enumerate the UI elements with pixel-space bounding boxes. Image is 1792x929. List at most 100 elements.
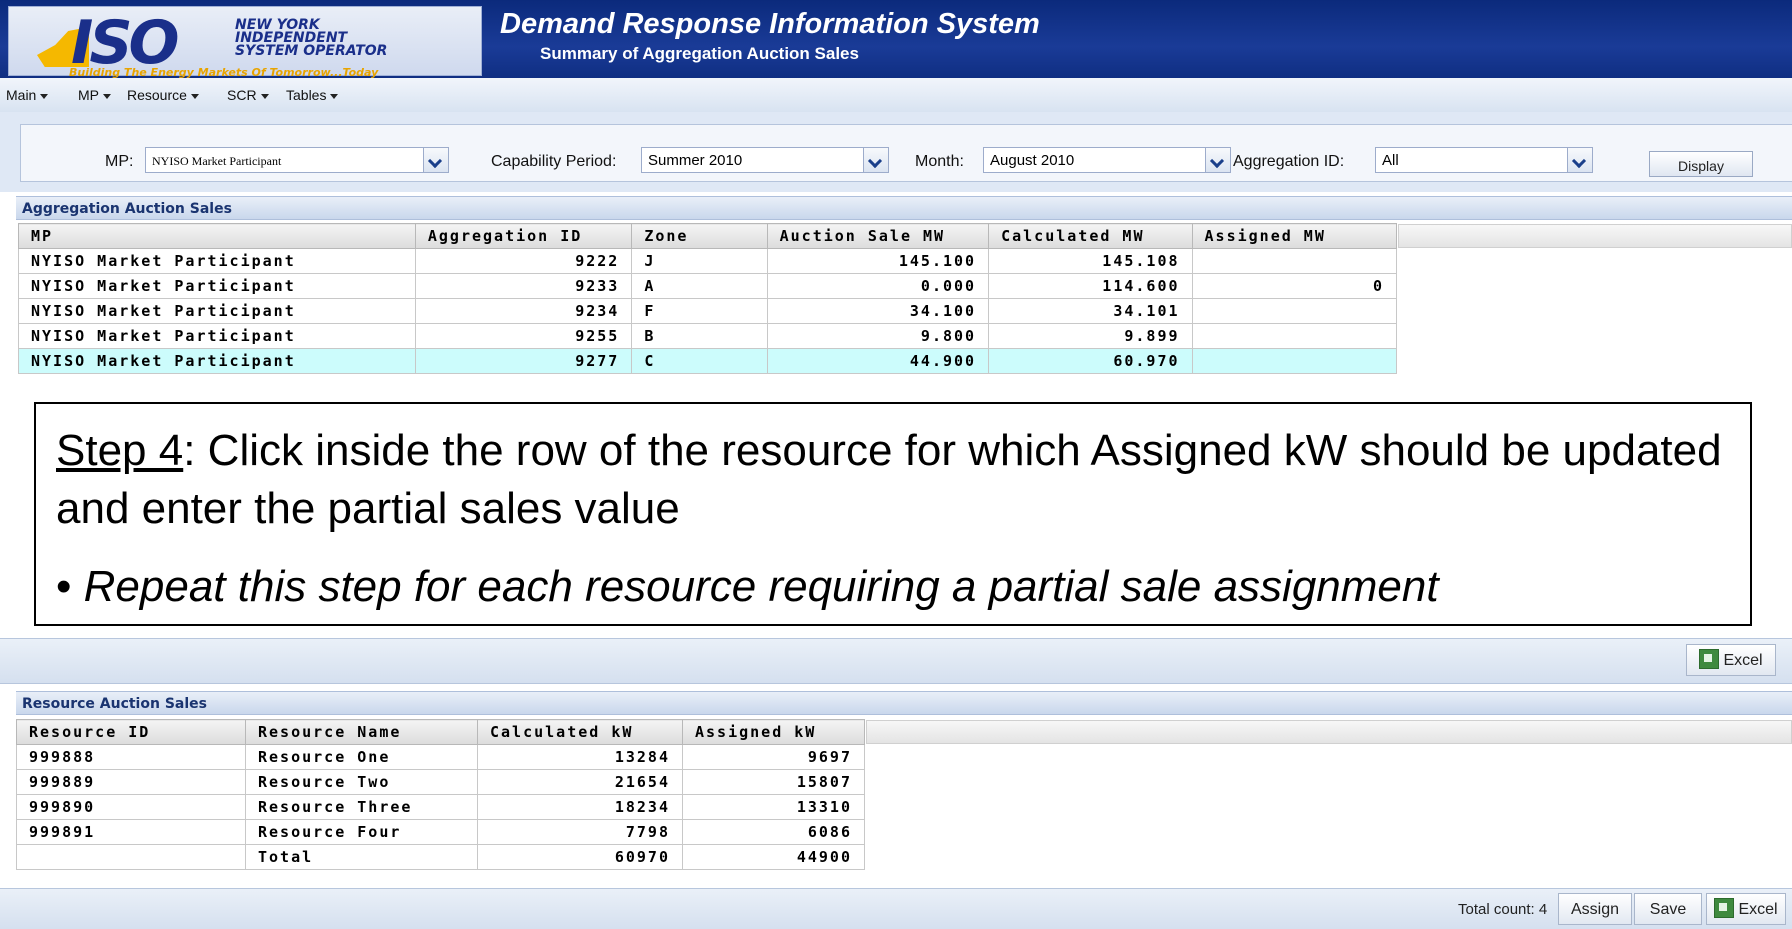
cell-assigned-kw[interactable]: 6086 xyxy=(682,819,865,845)
aggregation-table: MP Aggregation ID Zone Auction Sale MW C… xyxy=(18,223,1398,374)
cell-calculated-kw: 18234 xyxy=(477,794,683,820)
cell-zone[interactable]: F xyxy=(631,298,768,324)
cell-assigned-kw[interactable]: 9697 xyxy=(682,744,865,770)
table-row[interactable]: 999890 Resource Three 18234 13310 xyxy=(16,794,865,820)
cell-auction-sale-mw[interactable]: 145.100 xyxy=(766,248,990,274)
cell-calculated-kw: 13284 xyxy=(477,744,683,770)
instruction-callout: Step 4: Click inside the row of the reso… xyxy=(34,402,1752,626)
column-header-calculated-kw[interactable]: Calculated kW xyxy=(477,719,683,745)
table-row[interactable]: NYISO Market Participant 9233 A 0.000 114.60… xyxy=(18,273,1398,299)
month-value: August 2010 xyxy=(990,152,1075,169)
menu-main[interactable]: Main xyxy=(6,87,49,103)
cell-calculated-mw[interactable]: 60.970 xyxy=(988,348,1193,374)
cell-resource-name: Resource Three xyxy=(245,794,478,820)
aggregation-excel-button[interactable]: Excel xyxy=(1686,644,1776,676)
logo-iso-text: ISO xyxy=(71,8,180,78)
nyiso-logo: ISO NEW YORK INDEPENDENT SYSTEM OPERATOR… xyxy=(8,6,482,79)
menu-resource[interactable]: Resource xyxy=(127,87,199,103)
cell-mp[interactable]: NYISO Market Participant xyxy=(18,323,416,349)
filter-area: MP: NYISO Market Participant Capability … xyxy=(0,112,1792,192)
save-button[interactable]: Save xyxy=(1634,893,1702,925)
table-row[interactable]: NYISO Market Participant 9277 C 44.900 60.97… xyxy=(18,348,1398,374)
cell-assigned-kw[interactable]: 44900 xyxy=(682,844,865,870)
column-header-auction-sale-mw[interactable]: Auction Sale MW xyxy=(766,223,990,249)
cell-resource-id: 999890 xyxy=(16,794,246,820)
column-header-zone[interactable]: Zone xyxy=(631,223,768,249)
cell-calculated-mw[interactable]: 34.101 xyxy=(988,298,1193,324)
column-header-mp[interactable]: MP xyxy=(18,223,416,249)
caret-down-icon xyxy=(40,93,49,99)
table-row[interactable]: 999891 Resource Four 7798 6086 xyxy=(16,819,865,845)
chevron-down-icon[interactable] xyxy=(1567,148,1592,172)
cell-calculated-mw[interactable]: 9.899 xyxy=(988,323,1193,349)
menu-main-label: Main xyxy=(6,87,37,103)
cell-resource-id xyxy=(16,844,246,870)
cell-aggregation-id[interactable]: 9222 xyxy=(414,248,633,274)
menu-scr[interactable]: SCR xyxy=(227,87,269,103)
menu-tables[interactable]: Tables xyxy=(286,87,339,103)
total-row[interactable]: Total 60970 44900 xyxy=(16,844,865,870)
cell-aggregation-id[interactable]: 9233 xyxy=(414,273,633,299)
chevron-down-icon[interactable] xyxy=(863,148,888,172)
cell-mp[interactable]: NYISO Market Participant xyxy=(18,348,416,374)
column-header-assigned-kw[interactable]: Assigned kW xyxy=(682,719,865,745)
cell-auction-sale-mw[interactable]: 34.100 xyxy=(766,298,990,324)
table-row[interactable]: 999888 Resource One 13284 9697 xyxy=(16,744,865,770)
cell-aggregation-id[interactable]: 9234 xyxy=(414,298,633,324)
cell-calculated-mw[interactable]: 114.600 xyxy=(988,273,1193,299)
cell-auction-sale-mw[interactable]: 9.800 xyxy=(766,323,990,349)
menu-mp[interactable]: MP xyxy=(78,87,111,103)
menu-resource-label: Resource xyxy=(127,87,187,103)
cell-zone[interactable]: J xyxy=(631,248,768,274)
aggregation-id-select[interactable]: All xyxy=(1375,147,1593,173)
cell-aggregation-id[interactable]: 9255 xyxy=(414,323,633,349)
resource-toolbar: Total count: 4 Assign Save Excel xyxy=(0,888,1792,929)
table-row[interactable]: NYISO Market Participant 9234 F 34.100 34.10… xyxy=(18,298,1398,324)
cell-assigned-mw[interactable] xyxy=(1191,323,1398,349)
display-button[interactable]: Display xyxy=(1649,151,1753,177)
cell-zone[interactable]: C xyxy=(631,348,768,374)
chevron-down-icon[interactable] xyxy=(423,148,448,172)
table-row[interactable]: NYISO Market Participant 9222 J 145.100 145.… xyxy=(18,248,1398,274)
month-select[interactable]: August 2010 xyxy=(983,147,1231,173)
menu-tables-label: Tables xyxy=(286,87,327,103)
resource-excel-button[interactable]: Excel xyxy=(1706,893,1786,925)
column-header-resource-name[interactable]: Resource Name xyxy=(245,719,478,745)
menu-mp-label: MP xyxy=(78,87,99,103)
cell-zone[interactable]: A xyxy=(631,273,768,299)
cell-mp[interactable]: NYISO Market Participant xyxy=(18,273,416,299)
cell-calculated-mw[interactable]: 145.108 xyxy=(988,248,1193,274)
cell-assigned-mw[interactable]: 0 xyxy=(1191,273,1398,299)
capability-period-select[interactable]: Summer 2010 xyxy=(641,147,889,173)
cell-mp[interactable]: NYISO Market Participant xyxy=(18,298,416,324)
cell-assigned-mw[interactable] xyxy=(1191,248,1398,274)
table-row[interactable]: 999889 Resource Two 21654 15807 xyxy=(16,769,865,795)
cell-mp[interactable]: NYISO Market Participant xyxy=(18,248,416,274)
cell-zone[interactable]: B xyxy=(631,323,768,349)
cell-aggregation-id[interactable]: 9277 xyxy=(414,348,633,374)
cell-auction-sale-mw[interactable]: 0.000 xyxy=(766,273,990,299)
cell-resource-name: Total xyxy=(245,844,478,870)
app-header: ISO NEW YORK INDEPENDENT SYSTEM OPERATOR… xyxy=(0,0,1792,79)
capability-period-label: Capability Period: xyxy=(491,153,617,170)
cell-assigned-mw[interactable] xyxy=(1191,348,1398,374)
chevron-down-icon[interactable] xyxy=(1205,148,1230,172)
aggregation-id-value: All xyxy=(1382,152,1399,169)
column-header-aggregation-id[interactable]: Aggregation ID xyxy=(414,223,633,249)
cell-assigned-kw[interactable]: 13310 xyxy=(682,794,865,820)
cell-auction-sale-mw[interactable]: 44.900 xyxy=(766,348,990,374)
app-title: Demand Response Information System xyxy=(500,8,1040,40)
cell-resource-name: Resource Four xyxy=(245,819,478,845)
cell-assigned-mw[interactable] xyxy=(1191,298,1398,324)
cell-assigned-kw[interactable]: 15807 xyxy=(682,769,865,795)
instruction-step-text: Step 4: Click inside the row of the reso… xyxy=(56,422,1736,538)
assign-button[interactable]: Assign xyxy=(1558,893,1632,925)
column-header-resource-id[interactable]: Resource ID xyxy=(16,719,246,745)
mp-select[interactable]: NYISO Market Participant xyxy=(145,147,449,173)
table-row[interactable]: NYISO Market Participant 9255 B 9.800 9.899 xyxy=(18,323,1398,349)
excel-icon xyxy=(1699,648,1720,669)
resource-table: Resource ID Resource Name Calculated kW … xyxy=(16,719,865,870)
column-header-calculated-mw[interactable]: Calculated MW xyxy=(988,223,1193,249)
column-header-assigned-mw[interactable]: Assigned MW xyxy=(1191,223,1398,249)
cell-calculated-kw: 21654 xyxy=(477,769,683,795)
